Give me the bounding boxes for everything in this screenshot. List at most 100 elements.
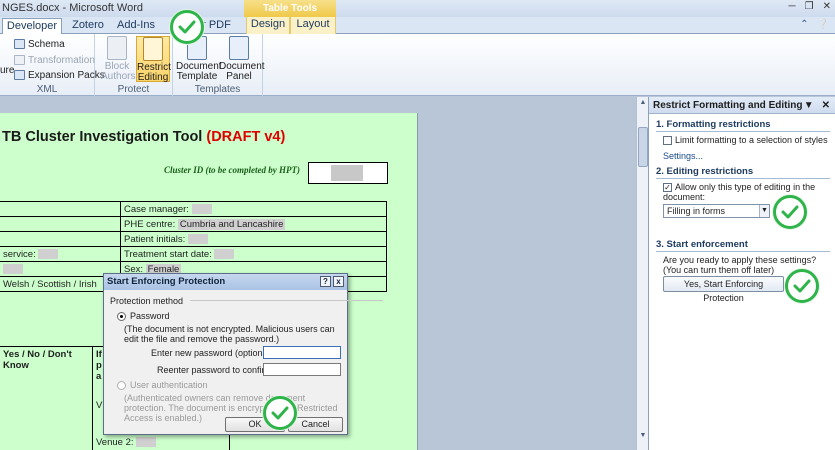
protection-method-label: Protection method [110,296,184,306]
window-controls: ─ ❐ ✕ [789,1,831,12]
radio-icon [117,381,126,391]
table-cell: PHE centre: Cumbria and Lancashire [120,216,387,232]
checkbox-checked-icon: ✓ [663,183,672,193]
limit-formatting-checkbox[interactable]: Limit formatting to a selection of style… [663,135,828,146]
scroll-down-icon[interactable]: ▼ [638,432,648,442]
tab-design[interactable]: Design [246,17,290,34]
help-icon[interactable]: ? [320,276,331,287]
minimize-icon[interactable]: ─ [789,1,796,12]
block-authors-icon [107,36,127,60]
ribbon: ure Schema Transformation Expansion Pack… [0,34,835,96]
pane-title: Restrict Formatting and Editing [653,100,803,111]
venue-2: Venue 2: [96,437,226,448]
password-radio[interactable]: Password [117,311,170,322]
table-row: Patient initials: [0,231,387,247]
protect-group-label: Protect [117,84,150,95]
title-bar: NGES.docx - Microsoft Word Table Tools ─… [0,0,835,17]
cluster-id-box [308,162,388,184]
checkbox-icon [663,136,672,146]
table-cell [0,216,121,232]
document-panel-button[interactable]: Document Panel [219,36,265,82]
help-icon[interactable]: ❔ [817,19,829,30]
user-authentication-radio[interactable]: User authentication [117,380,208,391]
dialog-title: Start Enforcing Protection [107,276,226,287]
chevron-down-icon[interactable]: ▼ [759,205,769,217]
schema-icon [14,39,25,49]
ribbon-strip-icons: ⌃ ❔ [800,19,829,30]
transformation-icon [14,55,25,65]
tab-developer[interactable]: Developer [2,18,62,35]
table-cell: Yes / No / Don't Know [0,346,93,450]
form-field[interactable] [38,248,59,259]
tab-zotero[interactable]: Zotero [66,18,110,34]
expansion-packs-icon [14,70,25,80]
ribbon-tab-strip: Developer Zotero Add-Ins er PDF Design L… [0,17,835,35]
table-tools-context-label: Table Tools [244,0,336,17]
form-field[interactable] [214,248,235,259]
cluster-id-label: Cluster ID (to be completed by HPT) [164,165,300,175]
document-panel-icon [229,36,249,60]
allow-editing-checkbox[interactable]: ✓ Allow only this type of editing in the … [663,182,831,202]
new-password-input[interactable] [263,346,341,359]
protect-group: Block Authors Restrict Editing Protect [95,34,173,96]
cluster-id-field[interactable] [331,165,363,181]
pane-close-icon[interactable]: ✕ [822,97,830,114]
block-authors-button[interactable]: Block Authors [101,36,135,82]
vertical-scrollbar[interactable]: ▲ ▼ [636,97,648,450]
schema-button[interactable]: Schema [14,37,65,51]
radio-selected-icon [117,312,126,322]
templates-group-label: Templates [194,84,241,95]
table-cell [0,201,121,217]
check-badge-icon [785,269,819,303]
pane-header: Restrict Formatting and Editing ▼ ✕ [649,97,835,114]
table-row: service: Treatment start date: [0,246,387,262]
table-cell: Patient initials: [120,231,387,247]
xml-group: ure Schema Transformation Expansion Pack… [0,34,105,96]
check-badge-icon [773,195,807,229]
settings-link[interactable]: Settings... [663,151,703,161]
reenter-password-input[interactable] [263,363,341,376]
ribbon-clipped-label: ure [0,65,15,76]
reenter-password-label: Reenter password to confirm: [157,365,275,375]
formatting-restrictions-heading: 1. Formatting restrictions [656,119,830,132]
editing-restrictions-heading: 2. Editing restrictions [656,166,830,179]
transformation-button[interactable]: Transformation [14,53,95,67]
table-cell: service: [0,246,121,262]
restrict-editing-icon [143,37,163,61]
restore-icon[interactable]: ❐ [805,1,814,12]
chevron-up-icon[interactable]: ⌃ [800,19,808,30]
cancel-button[interactable]: Cancel [288,417,343,432]
table-cell: Case manager: [120,201,387,217]
draft-label: (DRAFT v4) [206,129,286,145]
document-title: TB Cluster Investigation Tool (DRAFT v4) [2,129,286,145]
window-title: NGES.docx - Microsoft Word [2,2,143,14]
pane-menu-icon[interactable]: ▼ [804,97,814,114]
xml-group-label: XML [36,84,58,95]
close-icon[interactable]: ✕ [823,1,831,12]
scroll-up-icon[interactable]: ▲ [638,99,648,109]
start-enforcement-heading: 3. Start enforcement [656,239,830,252]
table-cell [0,231,121,247]
divider [190,300,383,301]
scroll-thumb[interactable] [638,127,648,167]
tab-add-ins[interactable]: Add-Ins [114,18,158,34]
table-cell: Treatment start date: [120,246,387,262]
form-field[interactable] [3,263,23,274]
close-icon[interactable]: x [333,276,344,287]
table-row: Case manager: [0,201,387,217]
table-row: PHE centre: Cumbria and Lancashire [0,216,387,232]
check-badge-icon [170,10,204,44]
form-field[interactable]: Cumbria and Lancashire [177,218,286,230]
password-description: (The document is not encrypted. Maliciou… [124,324,335,344]
form-field[interactable] [136,437,157,448]
restrict-editing-button[interactable]: Restrict Editing [136,36,171,83]
form-field[interactable] [191,203,212,214]
dialog-title-bar: Start Enforcing Protection ? x [104,274,347,290]
editing-type-select[interactable]: Filling in forms ▼ [663,204,770,218]
expansion-packs-button[interactable]: Expansion Packs [14,68,105,82]
start-enforcing-dialog: Start Enforcing Protection ? x Protectio… [103,273,383,435]
tab-layout[interactable]: Layout [290,17,336,34]
start-enforcing-button[interactable]: Yes, Start Enforcing Protection [663,276,784,303]
new-password-label: Enter new password (optional): [151,348,276,358]
form-field[interactable] [187,233,208,244]
